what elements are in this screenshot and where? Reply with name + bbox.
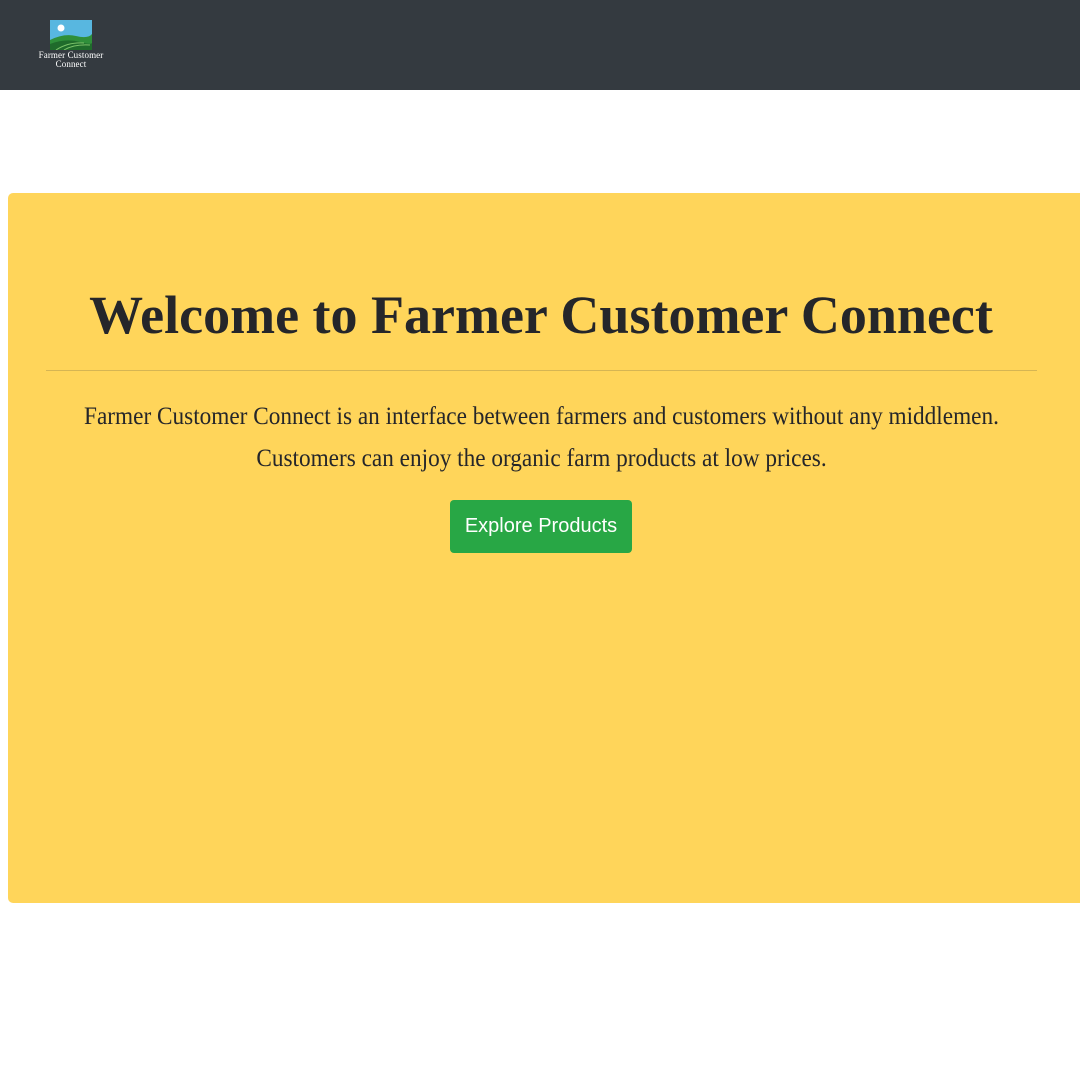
brand-logo-line2: Connect xyxy=(55,59,87,69)
brand-logo-link[interactable]: Farmer Customer Connect xyxy=(24,18,118,74)
title-divider xyxy=(46,370,1037,371)
explore-products-button[interactable]: Explore Products xyxy=(450,500,632,553)
farm-landscape-logo-icon xyxy=(50,20,92,50)
intro-line-2: Customers can enjoy the organic farm pro… xyxy=(256,445,827,472)
top-navbar: Farmer Customer Connect xyxy=(0,0,1080,90)
brand-logo-text: Farmer Customer Connect xyxy=(24,51,118,69)
page-title: Welcome to Farmer Customer Connect xyxy=(89,285,993,345)
intro-line-1: Farmer Customer Connect is an interface … xyxy=(84,403,999,430)
intro-paragraph: Farmer Customer Connect is an interface … xyxy=(81,396,1003,480)
